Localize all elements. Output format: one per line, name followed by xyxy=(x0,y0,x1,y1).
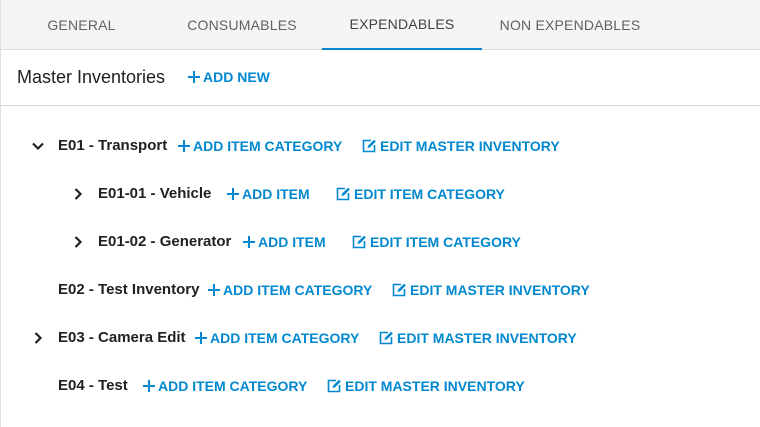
edit-icon xyxy=(352,235,366,249)
edit-label: EDIT ITEM CATEGORY xyxy=(370,234,521,250)
plus-icon xyxy=(177,139,191,153)
chevron-right-icon[interactable] xyxy=(68,232,88,252)
edit-icon xyxy=(327,379,341,393)
tree-row-e03: E03 - Camera Edit ADD ITEM CATEGORY EDIT… xyxy=(1,326,760,350)
plus-icon xyxy=(226,187,240,201)
tab-non-expendables[interactable]: NON EXPENDABLES xyxy=(482,0,658,50)
tree-row-e01-01: E01-01 - Vehicle ADD ITEM EDIT ITEM CATE… xyxy=(1,182,760,206)
tree-row-e01-02: E01-02 - Generator ADD ITEM EDIT ITEM CA… xyxy=(1,230,760,254)
plus-icon xyxy=(242,235,256,249)
plus-icon xyxy=(142,379,156,393)
edit-master-inventory-button[interactable]: EDIT MASTER INVENTORY xyxy=(327,378,525,394)
tree-row-e02: E02 - Test Inventory ADD ITEM CATEGORY E… xyxy=(1,278,760,302)
edit-label: EDIT MASTER INVENTORY xyxy=(345,378,525,394)
add-new-button[interactable]: ADD NEW xyxy=(187,69,270,85)
add-label: ADD ITEM CATEGORY xyxy=(210,330,360,346)
tree-row-e01: E01 - Transport ADD ITEM CATEGORY EDIT M… xyxy=(1,134,760,158)
chevron-down-icon[interactable] xyxy=(28,136,48,156)
tree-row-label[interactable]: E02 - Test Inventory xyxy=(58,281,199,298)
add-label: ADD ITEM xyxy=(242,186,310,202)
add-item-button[interactable]: ADD ITEM xyxy=(242,234,326,250)
page-title: Master Inventories xyxy=(17,67,166,87)
plus-icon xyxy=(187,70,201,84)
tree-row-label[interactable]: E04 - Test xyxy=(58,377,128,394)
plus-icon xyxy=(194,331,208,345)
inventory-tree: E01 - Transport ADD ITEM CATEGORY EDIT M… xyxy=(0,106,760,427)
edit-master-inventory-button[interactable]: EDIT MASTER INVENTORY xyxy=(379,330,577,346)
tree-row-e04: E04 - Test ADD ITEM CATEGORY EDIT MASTER… xyxy=(1,374,760,398)
tab-general[interactable]: GENERAL xyxy=(1,0,162,50)
edit-master-inventory-button[interactable]: EDIT MASTER INVENTORY xyxy=(362,138,560,154)
add-label: ADD ITEM CATEGORY xyxy=(193,138,343,154)
tree-row-label[interactable]: E01-01 - Vehicle xyxy=(98,185,211,202)
tab-expendables[interactable]: EXPENDABLES xyxy=(322,0,482,50)
page-header: Master Inventories ADD NEW xyxy=(0,50,760,106)
add-item-button[interactable]: ADD ITEM xyxy=(226,186,310,202)
add-item-category-button[interactable]: ADD ITEM CATEGORY xyxy=(142,378,307,394)
edit-label: EDIT MASTER INVENTORY xyxy=(380,138,560,154)
tab-bar: GENERAL CONSUMABLES EXPENDABLES NON EXPE… xyxy=(0,0,760,50)
tree-row-label[interactable]: E01-02 - Generator xyxy=(98,233,231,250)
edit-label: EDIT MASTER INVENTORY xyxy=(410,282,590,298)
plus-icon xyxy=(207,283,221,297)
edit-icon xyxy=(362,139,376,153)
chevron-right-icon[interactable] xyxy=(28,328,48,348)
edit-item-category-button[interactable]: EDIT ITEM CATEGORY xyxy=(352,234,521,250)
edit-icon xyxy=(336,187,350,201)
add-label: ADD ITEM xyxy=(258,234,326,250)
add-item-category-button[interactable]: ADD ITEM CATEGORY xyxy=(177,138,342,154)
chevron-right-icon[interactable] xyxy=(68,184,88,204)
add-item-category-button[interactable]: ADD ITEM CATEGORY xyxy=(207,282,372,298)
edit-icon xyxy=(392,283,406,297)
add-label: ADD ITEM CATEGORY xyxy=(223,282,373,298)
tree-row-label[interactable]: E01 - Transport xyxy=(58,137,167,154)
add-label: ADD ITEM CATEGORY xyxy=(158,378,308,394)
edit-item-category-button[interactable]: EDIT ITEM CATEGORY xyxy=(336,186,505,202)
add-new-label: ADD NEW xyxy=(203,69,270,85)
edit-icon xyxy=(379,331,393,345)
edit-label: EDIT ITEM CATEGORY xyxy=(354,186,505,202)
tree-row-label[interactable]: E03 - Camera Edit xyxy=(58,329,186,346)
edit-master-inventory-button[interactable]: EDIT MASTER INVENTORY xyxy=(392,282,590,298)
add-item-category-button[interactable]: ADD ITEM CATEGORY xyxy=(194,330,359,346)
edit-label: EDIT MASTER INVENTORY xyxy=(397,330,577,346)
tab-consumables[interactable]: CONSUMABLES xyxy=(162,0,322,50)
